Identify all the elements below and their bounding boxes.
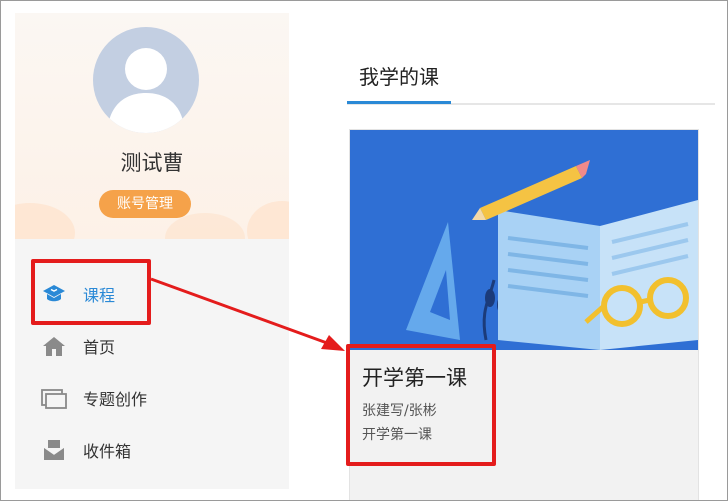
windows-icon [41,385,67,411]
home-icon [41,333,67,359]
sidebar-item-inbox[interactable]: 收件箱 [41,435,131,465]
screenshot-frame: 测试曹 账号管理 课程 首页 专题创作 收件箱 我学的课 开学第一课 张建写/张… [0,0,728,501]
inbox-mail-icon [41,437,67,463]
decor-shape [247,201,289,239]
annotation-highlight-course-info [346,344,496,466]
account-management-button[interactable]: 账号管理 [99,190,191,218]
avatar[interactable] [93,27,199,133]
user-silhouette-icon [107,48,185,133]
sidebar-item-label: 首页 [83,338,116,357]
decor-shape [15,203,75,239]
sidebar-item-label: 专题创作 [83,390,148,409]
tab-bar: 我学的课 [347,57,715,105]
tab-my-courses[interactable]: 我学的课 [347,57,451,104]
profile-header: 测试曹 账号管理 [15,13,289,239]
user-name: 测试曹 [120,151,184,175]
sidebar-item-topic-creation[interactable]: 专题创作 [41,383,147,413]
sidebar-item-home[interactable]: 首页 [41,331,115,361]
course-cover-image [350,130,698,350]
sidebar: 测试曹 账号管理 课程 首页 专题创作 收件箱 [15,13,289,489]
annotation-highlight-courses [31,259,151,325]
sidebar-item-label: 收件箱 [83,442,132,461]
